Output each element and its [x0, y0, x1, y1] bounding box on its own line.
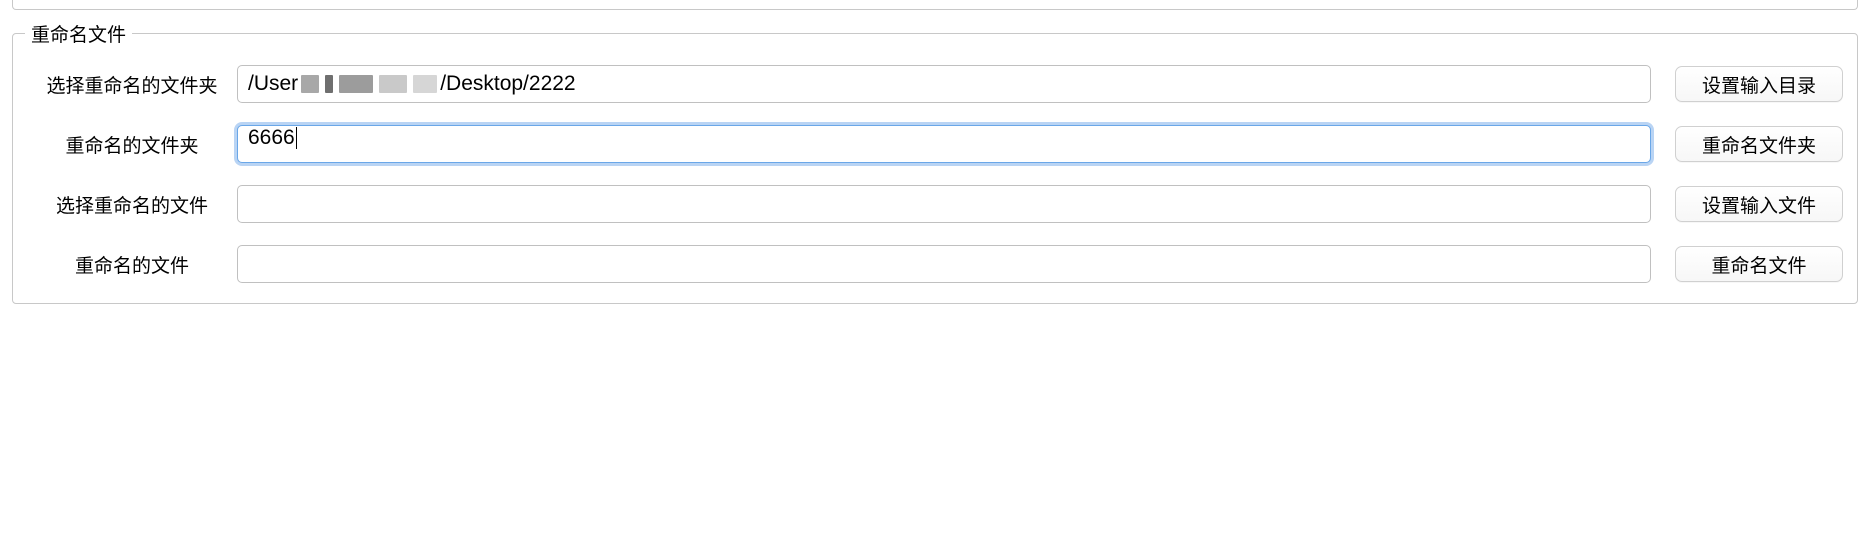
- select-file-input[interactable]: [237, 185, 1651, 223]
- set-input-folder-button[interactable]: 设置输入目录: [1675, 66, 1843, 102]
- rename-file-group: 重命名文件 选择重命名的文件夹 /User /Desktop/2222 设置输入…: [12, 20, 1858, 304]
- rename-folder-input[interactable]: 6666: [237, 125, 1651, 163]
- select-folder-path-display[interactable]: /User /Desktop/2222: [237, 65, 1651, 103]
- select-file-label: 选择重命名的文件: [27, 191, 237, 218]
- path-prefix: /User: [248, 72, 298, 96]
- rename-folder-row: 重命名的文件夹 6666 重命名文件夹: [27, 125, 1843, 163]
- redacted-segment: [379, 75, 407, 93]
- text-caret-icon: [296, 127, 297, 149]
- redacted-segment: [413, 75, 437, 93]
- redacted-segment: [339, 75, 373, 93]
- rename-folder-label: 重命名的文件夹: [27, 131, 237, 158]
- rename-file-row: 重命名的文件 重命名文件: [27, 245, 1843, 283]
- rename-file-button[interactable]: 重命名文件: [1675, 246, 1843, 282]
- select-folder-row: 选择重命名的文件夹 /User /Desktop/2222 设置输入目录: [27, 65, 1843, 103]
- path-suffix: /Desktop/2222: [440, 72, 575, 96]
- rename-folder-button[interactable]: 重命名文件夹: [1675, 126, 1843, 162]
- group-legend: 重命名文件: [25, 20, 132, 47]
- rename-file-input[interactable]: [237, 245, 1651, 283]
- redacted-segment: [325, 75, 333, 93]
- select-folder-label: 选择重命名的文件夹: [27, 71, 237, 98]
- set-input-file-button[interactable]: 设置输入文件: [1675, 186, 1843, 222]
- select-file-row: 选择重命名的文件 设置输入文件: [27, 185, 1843, 223]
- previous-group-bottom-edge: [12, 0, 1858, 10]
- rename-folder-input-value: 6666: [248, 126, 295, 149]
- redacted-segment: [301, 75, 319, 93]
- rename-file-label: 重命名的文件: [27, 251, 237, 278]
